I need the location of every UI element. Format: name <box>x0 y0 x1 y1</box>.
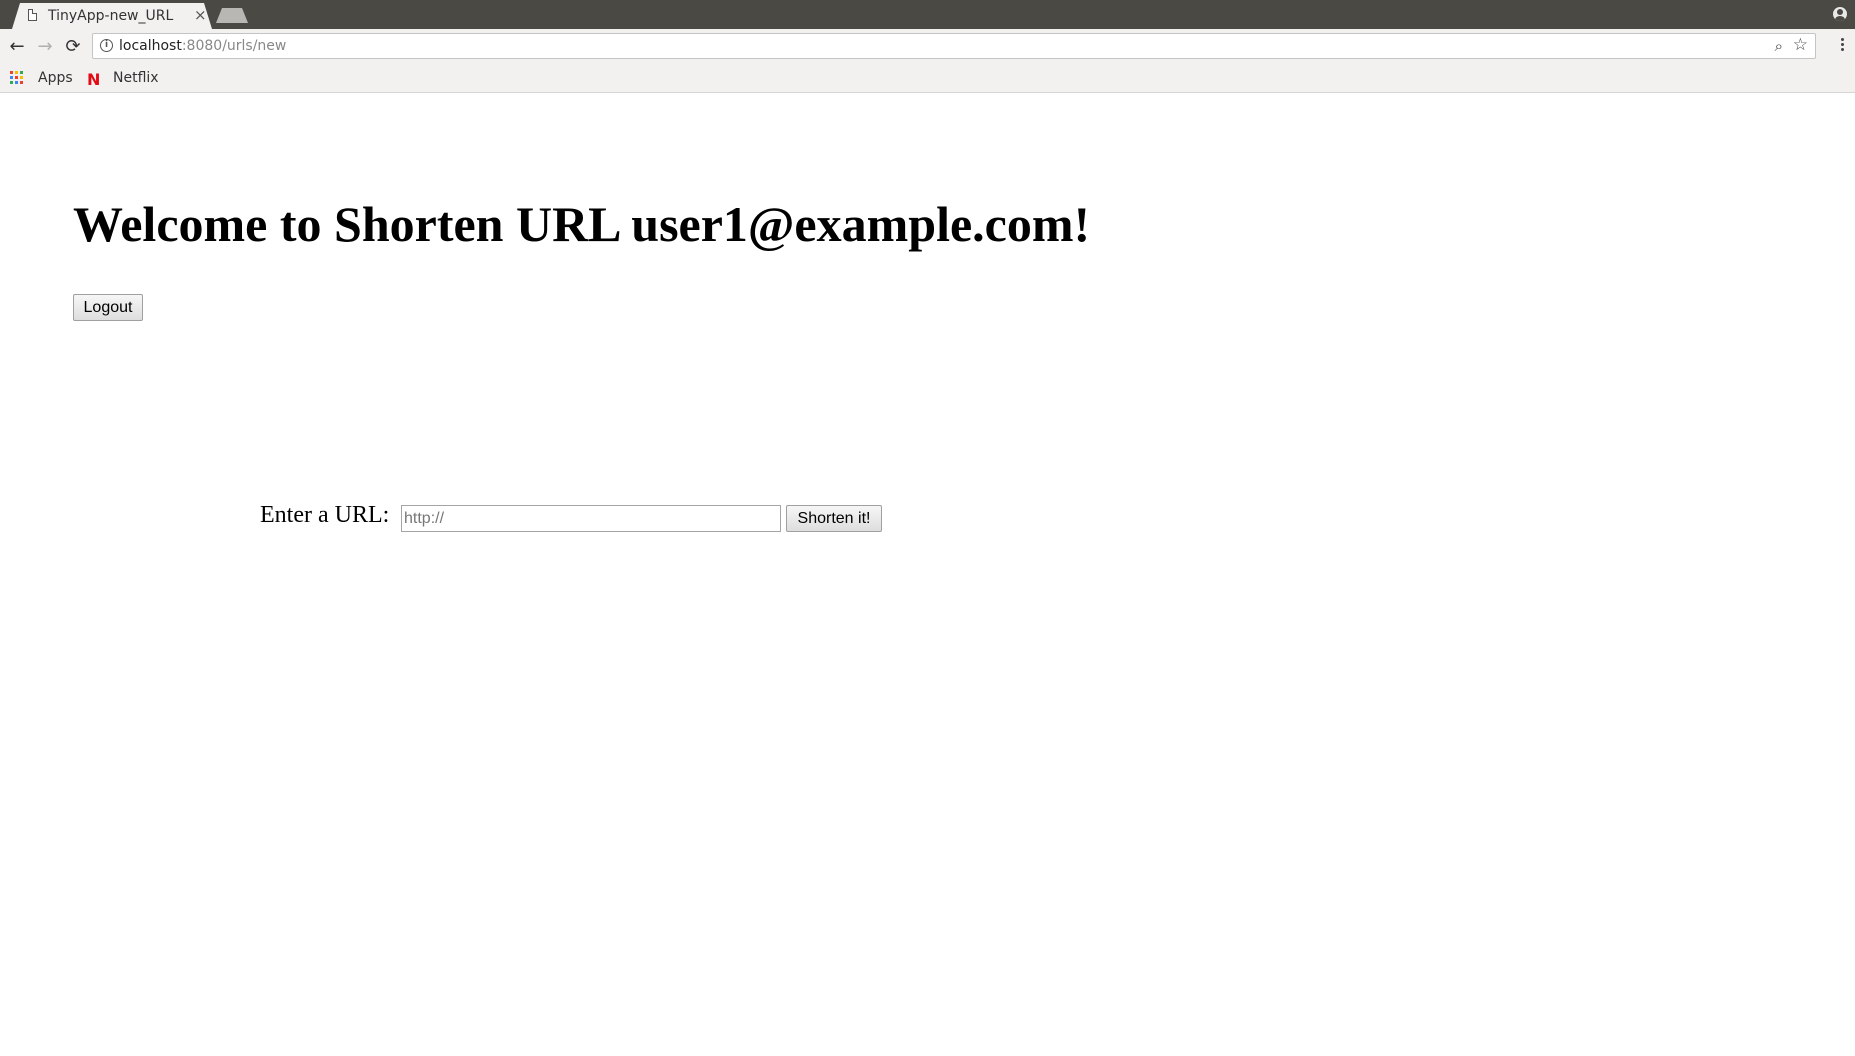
star-icon[interactable]: ☆ <box>1793 35 1808 55</box>
shorten-button[interactable]: Shorten it! <box>786 505 882 532</box>
browser-toolbar: ← → ⟳ i localhost:8080/urls/new ⌕ ☆ <box>0 29 1855 65</box>
page-title: Welcome to Shorten URL user1@example.com… <box>73 196 1091 252</box>
zoom-icon[interactable]: ⌕ <box>1775 37 1783 55</box>
profile-icon[interactable] <box>1833 7 1847 21</box>
bookmark-apps[interactable]: Apps <box>10 68 75 88</box>
forward-icon[interactable]: → <box>34 36 56 58</box>
close-icon[interactable]: × <box>194 6 207 24</box>
menu-icon[interactable] <box>1841 38 1845 56</box>
apps-grid-icon <box>10 71 24 85</box>
reload-icon[interactable]: ⟳ <box>62 36 84 58</box>
browser-chrome: TinyApp-new_URL × ← → ⟳ i localhost:8080… <box>0 0 1855 93</box>
info-icon[interactable]: i <box>100 39 113 52</box>
back-icon[interactable]: ← <box>6 36 28 58</box>
bookmark-apps-label: Apps <box>38 70 73 86</box>
url-text[interactable]: localhost:8080/urls/new <box>119 38 286 54</box>
tab-active[interactable]: TinyApp-new_URL × <box>12 3 212 29</box>
netflix-icon: N <box>87 70 101 89</box>
url-path: :8080/urls/new <box>181 38 287 54</box>
bookmarks-bar: Apps N Netflix <box>0 65 1855 93</box>
tab-title: TinyApp-new_URL <box>48 8 174 24</box>
url-input[interactable] <box>401 505 781 532</box>
document-icon <box>28 9 37 21</box>
new-tab-button[interactable] <box>216 8 248 23</box>
url-field-label: Enter a URL: <box>260 502 390 528</box>
url-host: localhost <box>119 38 182 54</box>
logout-button[interactable]: Logout <box>73 294 143 321</box>
bookmark-netflix-label: Netflix <box>113 70 159 86</box>
tab-strip: TinyApp-new_URL × <box>0 0 1855 29</box>
address-bar[interactable]: i localhost:8080/urls/new ⌕ ☆ <box>92 33 1816 59</box>
bookmark-netflix[interactable]: N Netflix <box>87 68 167 89</box>
page-content: Welcome to Shorten URL user1@example.com… <box>0 93 1855 1056</box>
